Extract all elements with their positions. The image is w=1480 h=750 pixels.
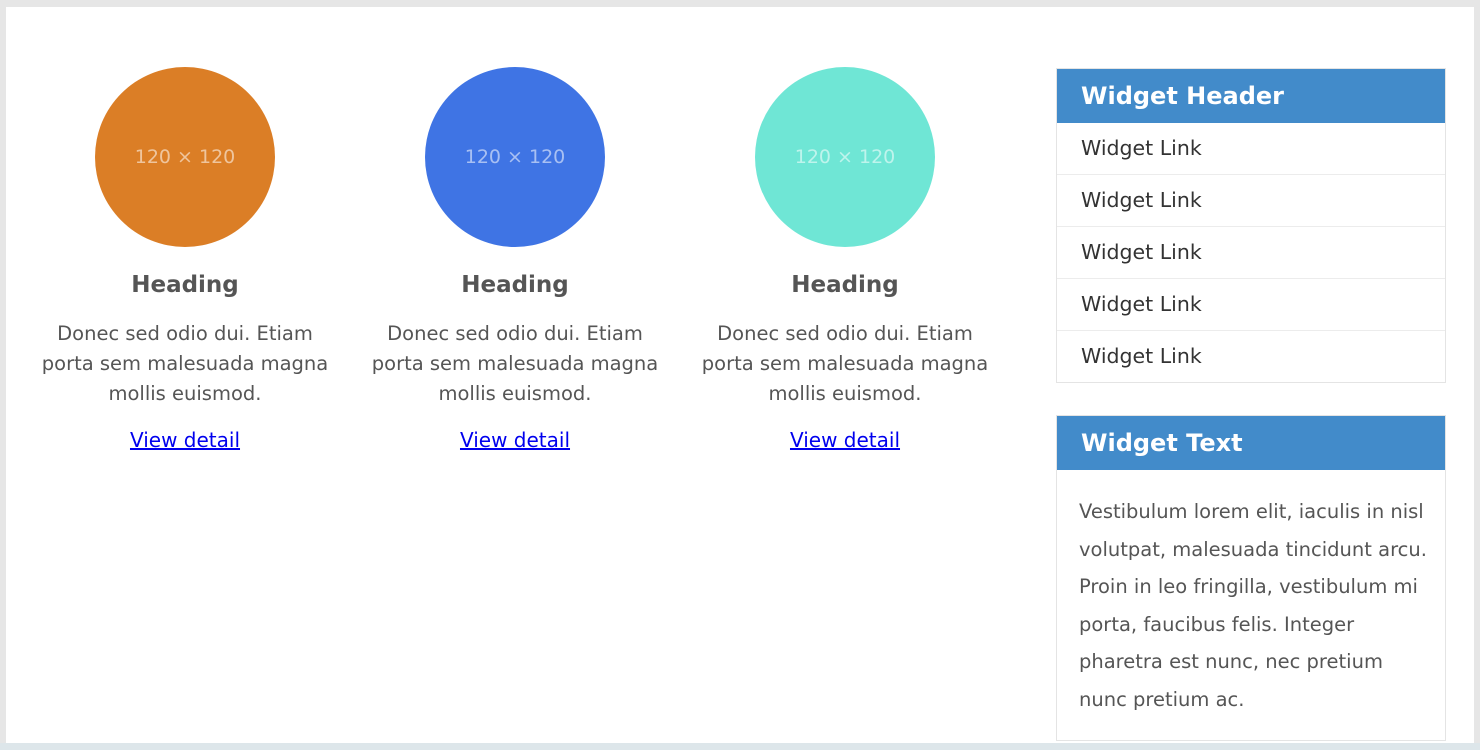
view-detail-link-1[interactable]: View detail (130, 427, 240, 453)
feature-text-3: Donec sed odio dui. Etiam porta sem male… (701, 322, 989, 405)
widget-link-4[interactable]: Widget Link (1057, 279, 1445, 331)
widget-links-header: Widget Header (1057, 69, 1445, 123)
feature-text-2: Donec sed odio dui. Etiam porta sem male… (371, 322, 659, 405)
feature-heading-2: Heading (461, 272, 569, 298)
feature-column-1: 120 × 120 Heading Donec sed odio dui. Et… (25, 67, 345, 453)
placeholder-image-3: 120 × 120 (755, 67, 935, 247)
widget-link-3[interactable]: Widget Link (1057, 227, 1445, 279)
widget-links: Widget Header Widget Link Widget Link Wi… (1056, 68, 1446, 383)
placeholder-label-3: 120 × 120 (794, 146, 896, 168)
feature-text-1: Donec sed odio dui. Etiam porta sem male… (41, 322, 329, 405)
placeholder-image-2: 120 × 120 (425, 67, 605, 247)
widget-link-1[interactable]: Widget Link (1057, 123, 1445, 175)
bottom-border (0, 743, 1480, 750)
widget-link-2[interactable]: Widget Link (1057, 175, 1445, 227)
page-content: 120 × 120 Heading Donec sed odio dui. Et… (6, 7, 1474, 750)
feature-column-3: 120 × 120 Heading Donec sed odio dui. Et… (685, 67, 1005, 453)
feature-column-2: 120 × 120 Heading Donec sed odio dui. Et… (355, 67, 675, 453)
placeholder-label-2: 120 × 120 (464, 146, 566, 168)
widget-text-body: Vestibulum lorem elit, iaculis in nisl v… (1079, 500, 1427, 711)
feature-heading-3: Heading (791, 272, 899, 298)
feature-heading-1: Heading (131, 272, 239, 298)
placeholder-label-1: 120 × 120 (134, 146, 236, 168)
placeholder-image-1: 120 × 120 (95, 67, 275, 247)
view-detail-link-3[interactable]: View detail (790, 427, 900, 453)
view-detail-link-2[interactable]: View detail (460, 427, 570, 453)
widget-link-5[interactable]: Widget Link (1057, 331, 1445, 382)
widget-text-header: Widget Text (1057, 416, 1445, 470)
widget-text: Widget Text Vestibulum lorem elit, iacul… (1056, 415, 1446, 741)
